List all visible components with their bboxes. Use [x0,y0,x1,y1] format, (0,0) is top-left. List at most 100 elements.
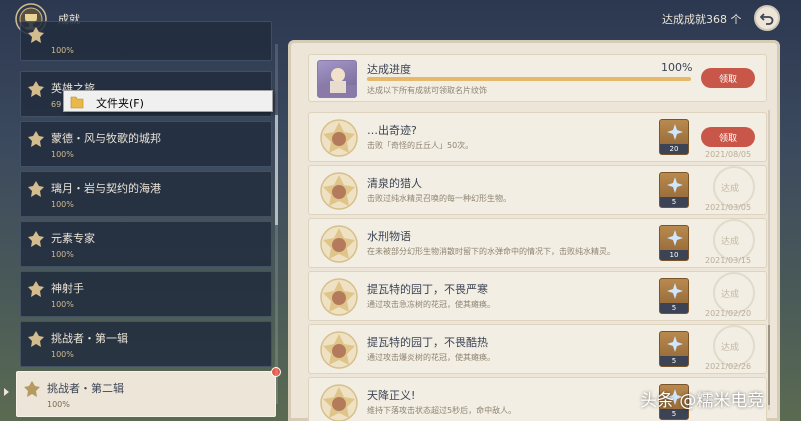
primogem-icon [667,230,683,246]
achievement-scrollbar-thumb[interactable] [768,325,770,405]
category-medal-icon [28,81,44,97]
achievement-row: 清泉的猎人 击败过纯水精灵召唤的每一种幻形生物。 5 达成 2021/03/05 [308,165,767,215]
category-progress: 100% [51,250,74,259]
achievement-row: 提瓦特的园丁，不畏酷热 通过攻击爆炎树的花冠，使其瘫痪。 5 达成 2021/0… [308,324,767,374]
achievement-date: 2021/08/05 [705,150,752,159]
category-label: 璃月・岩与契约的海港 [51,182,161,195]
achievement-medal-icon [320,225,358,263]
achievement-title: 提瓦特的园丁，不畏酷热 [367,336,488,349]
category-item-challenger-1[interactable]: 挑战者・第一辑 100% [20,321,272,367]
category-medal-icon [24,381,40,397]
back-button[interactable] [754,5,780,31]
selected-indicator-icon [4,388,9,396]
achievement-description: 维持下落攻击状态超过5秒后，命中敌人。 [367,406,517,415]
achievement-title: 提瓦特的园丁，不畏严寒 [367,283,488,296]
completed-stamp: 达成 [705,166,755,208]
primogem-icon [667,124,683,140]
primogem-icon [667,177,683,193]
category-progress: 69 [51,100,62,109]
achievement-date: 2021/03/15 [705,256,752,265]
category-item-mondstadt[interactable]: 蒙德・风与牧歌的城邦 100% [20,121,272,167]
folder-icon [70,96,84,109]
primogem-reward: 5 [659,172,689,208]
achievement-medal-icon [320,172,358,210]
stamp-ring-icon [713,272,755,314]
primogem-icon [667,336,683,352]
achievement-description: 击败「奇怪的丘丘人」50次。 [367,141,474,150]
stamp-ring-icon [713,166,755,208]
category-medal-icon [28,27,44,43]
achievement-title: 清泉的猎人 [367,177,422,190]
achievement-date: 2021/02/26 [705,362,752,371]
completed-stamp: 达成 [705,219,755,261]
stamp-ring-icon [713,219,755,261]
achievement-count-label: 达成成就 [662,13,706,26]
primogem-reward: 20 [659,119,689,155]
reward-quantity: 5 [660,197,688,207]
achievement-row: …出奇迹? 击败「奇怪的丘丘人」50次。 20 领取 2021/08/05 [308,112,767,162]
category-item-marksman[interactable]: 神射手 100% [20,271,272,317]
reward-quantity: 20 [660,144,688,154]
category-progress: 100% [51,200,74,209]
category-label: 神射手 [51,282,84,295]
claim-namecard-button[interactable]: 领取 [701,68,755,88]
achievement-title: …出奇迹? [367,124,417,137]
achievement-medal-icon [320,119,358,157]
context-menu-item-folder[interactable]: 文件夹(F) [96,95,144,111]
achievement-date: 2021/03/05 [705,203,752,212]
category-label: 挑战者・第一辑 [51,332,128,345]
achievement-description: 通过攻击爆炎树的花冠，使其瘫痪。 [367,353,495,362]
completed-stamp: 达成 [705,325,755,367]
achievement-count-value: 368 个 [706,13,742,26]
namecard-thumbnail [317,60,357,98]
category-item-challenger-2[interactable]: 挑战者・第二辑 100% [16,371,276,417]
achievement-description: 在未被部分幻形生物消散时留下的水弹命中的情况下，击败纯水精灵。 [367,247,615,256]
category-medal-icon [28,181,44,197]
return-arrow-icon [760,13,774,25]
achievement-title: 水刑物语 [367,230,411,243]
reward-quantity: 5 [660,356,688,366]
category-item-partial[interactable]: 100% [20,21,272,61]
primogem-reward: 10 [659,225,689,261]
primogem-reward: 5 [659,331,689,367]
achievement-medal-icon [320,278,358,316]
achievement-medal-icon [320,384,358,421]
category-label: 蒙德・风与牧歌的城邦 [51,132,161,145]
primogem-icon [667,283,683,299]
category-medal-icon [28,131,44,147]
progress-bar [367,77,691,81]
namecard-art-icon [318,68,356,97]
category-progress: 100% [47,400,70,409]
progress-card: 达成进度 100% 达成以下所有成就可领取名片纹饰 领取 [308,54,767,102]
category-label: 元素专家 [51,232,95,245]
achievement-title: 天降正义! [367,389,416,402]
completed-stamp: 达成 [705,272,755,314]
category-item-liyue[interactable]: 璃月・岩与契约的海港 100% [20,171,272,217]
progress-percent: 100% [661,61,693,74]
achievement-description: 通过攻击急冻树的花冠，使其瘫痪。 [367,300,495,309]
achievement-medal-icon [320,331,358,369]
category-label: 挑战者・第二辑 [47,382,124,395]
progress-description: 达成以下所有成就可领取名片纹饰 [367,86,487,95]
context-menu[interactable]: 文件夹(F) [63,90,273,112]
category-medal-icon [28,231,44,247]
progress-title: 达成进度 [367,63,411,76]
category-progress: 100% [51,150,74,159]
watermark: 头条 @糯米电竞 [640,391,765,411]
achievement-row: 提瓦特的园丁，不畏严寒 通过攻击急冻树的花冠，使其瘫痪。 5 达成 2021/0… [308,271,767,321]
sidebar-scrollbar-thumb[interactable] [275,115,278,225]
category-progress: 100% [51,300,74,309]
primogem-reward: 5 [659,278,689,314]
category-progress: 100% [51,350,74,359]
achievement-date: 2021/02/20 [705,309,752,318]
category-progress: 100% [51,46,74,55]
claim-reward-button[interactable]: 领取 [701,127,755,147]
reward-quantity: 10 [660,250,688,260]
category-item-elemental-specialist[interactable]: 元素专家 100% [20,221,272,267]
achievement-row: 水刑物语 在未被部分幻形生物消散时留下的水弹命中的情况下，击败纯水精灵。 10 … [308,218,767,268]
stamp-ring-icon [713,325,755,367]
category-medal-icon [28,331,44,347]
progress-bar-fill [367,77,691,81]
achievement-description: 击败过纯水精灵召唤的每一种幻形生物。 [367,194,511,203]
reward-quantity: 5 [660,303,688,313]
